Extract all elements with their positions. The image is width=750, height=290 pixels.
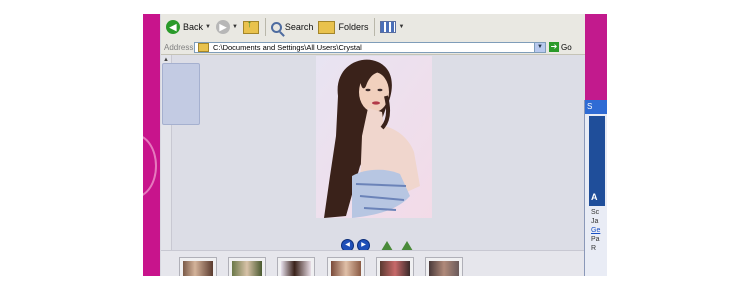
toolbar-separator [374, 18, 376, 36]
image-preview [316, 56, 432, 218]
folder-icon [198, 42, 209, 52]
rotate-clockwise-icon[interactable] [381, 240, 393, 251]
monitor-screen: ◀ Back ▼ ▶ ▼ Search Folders [143, 14, 607, 276]
views-icon [380, 21, 397, 33]
side-window-title: S [585, 100, 607, 114]
address-input[interactable]: C:\Documents and Settings\All Users\Crys… [194, 41, 546, 53]
address-dropdown-icon[interactable]: ▼ [534, 42, 545, 52]
desktop-background-left [143, 14, 160, 276]
scrollbar-thumb[interactable] [162, 63, 200, 125]
side-line: Sc [591, 209, 600, 216]
views-button[interactable]: ▼ [380, 21, 404, 33]
thumbnail-strip [161, 250, 585, 276]
side-line: R [591, 245, 597, 252]
folders-label: Folders [338, 22, 369, 32]
thumbnail[interactable] [327, 257, 365, 276]
search-label: Search [284, 22, 314, 32]
thumbnail[interactable] [376, 257, 414, 276]
thumbnail[interactable] [228, 257, 266, 276]
back-label: Back [183, 22, 204, 32]
vertical-scrollbar[interactable]: ▲ [161, 55, 200, 250]
side-line: Pa [591, 236, 600, 243]
forward-arrow-icon: ▶ [215, 20, 230, 34]
side-window-image: A [589, 116, 605, 206]
thumbnail[interactable] [425, 257, 463, 276]
filmstrip-view: ▲ ◀ ▶ [161, 55, 585, 276]
folder-up-icon [242, 19, 259, 34]
portrait-photo [316, 56, 432, 218]
go-label: Go [561, 42, 572, 52]
address-label: Address [164, 42, 194, 52]
side-window-text: Sc Ja Ge Pa R [591, 208, 607, 253]
folders-icon [318, 20, 336, 34]
search-icon [270, 21, 282, 33]
forward-button[interactable]: ▶ ▼ [215, 20, 238, 34]
thumbnail[interactable] [277, 257, 315, 276]
folders-button[interactable]: Folders [318, 20, 369, 34]
thumbnail[interactable] [179, 257, 217, 276]
address-path: C:\Documents and Settings\All Users\Crys… [213, 42, 362, 52]
address-bar: Address C:\Documents and Settings\All Us… [161, 40, 585, 55]
views-dropdown-icon[interactable]: ▼ [398, 24, 404, 30]
forward-dropdown-icon[interactable]: ▼ [232, 24, 238, 30]
side-link[interactable]: Ge [591, 226, 607, 235]
desktop-background-right [585, 14, 607, 104]
back-button[interactable]: ◀ Back ▼ [166, 20, 211, 34]
back-dropdown-icon[interactable]: ▼ [205, 24, 211, 30]
explorer-window: ◀ Back ▼ ▶ ▼ Search Folders [161, 14, 585, 276]
rotate-counterclockwise-icon[interactable] [401, 240, 413, 251]
go-button[interactable]: ➔ Go [549, 42, 572, 52]
search-button[interactable]: Search [270, 21, 314, 33]
side-line: Ja [591, 218, 599, 225]
up-folder-button[interactable] [242, 19, 259, 34]
back-arrow-icon: ◀ [166, 20, 180, 34]
toolbar-separator [264, 18, 266, 36]
toolbar: ◀ Back ▼ ▶ ▼ Search Folders [161, 14, 585, 41]
side-window: S A Sc Ja Ge Pa R [584, 100, 607, 276]
go-arrow-icon: ➔ [549, 42, 559, 52]
